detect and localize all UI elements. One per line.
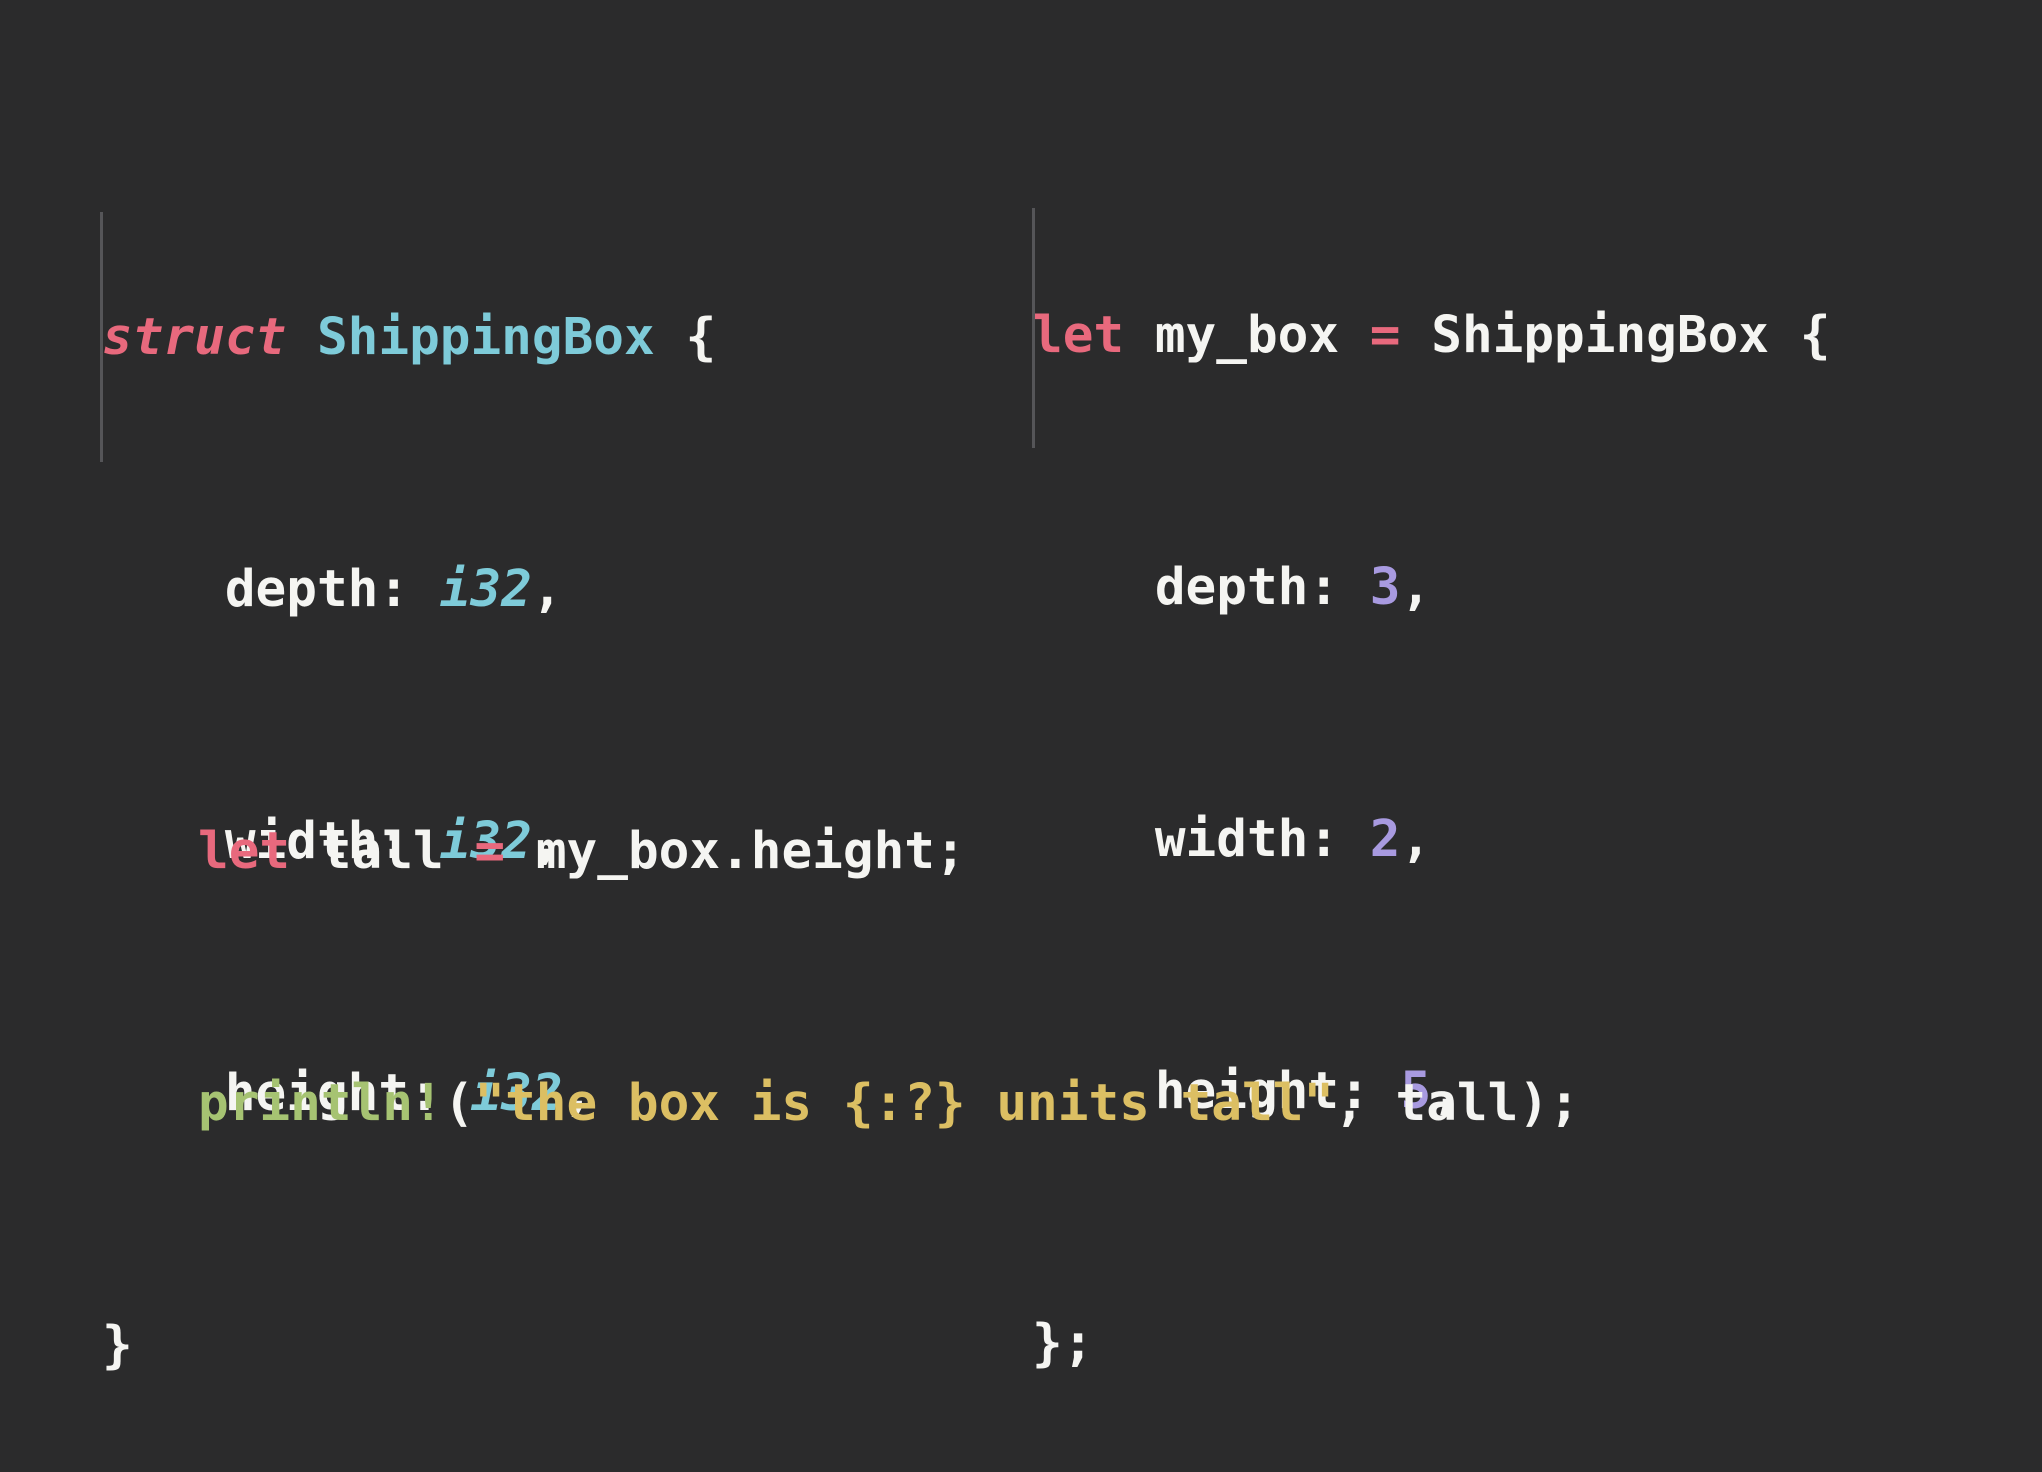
field-value: 3 [1369,558,1401,617]
struct-field-depth: depth: i32, [102,548,716,632]
field-comma: , [531,560,563,619]
struct-close-line: } [102,1304,716,1388]
struct-header-line: struct ShippingBox { [102,296,716,380]
instance-type-name: ShippingBox [1431,306,1769,365]
struct-keyword: struct [102,308,287,367]
open-paren: ( [443,1074,475,1133]
let-keyword: let [198,822,291,881]
format-string: "the box is {:?} units tall" [474,1074,1335,1133]
access-var-name: tall [320,822,444,881]
field-comma: , [1400,558,1432,617]
field-colon: : [378,560,410,619]
struct-indent-guide [100,212,103,462]
instance-close: }; [1032,1314,1094,1373]
field-name: depth [1154,558,1309,617]
instance-open-brace: { [1799,306,1831,365]
field-colon: : [1308,558,1340,617]
field-access-code: let tall = my_box.height; println!("the … [198,642,1580,1230]
struct-open-brace: { [685,308,717,367]
let-keyword: let [1032,306,1125,365]
access-expression: my_box.height; [535,822,966,881]
struct-name: ShippingBox [316,308,655,367]
instance-var-name: my_box [1154,306,1340,365]
instance-header-line: let my_box = ShippingBox { [1032,294,1830,378]
field-type: i32 [439,560,532,619]
println-macro: println! [198,1074,444,1133]
access-line-let: let tall = my_box.height; [198,810,1580,894]
instance-field-depth: depth: 3, [1032,546,1830,630]
access-line-println: println!("the box is {:?} units tall", t… [198,1062,1580,1146]
instance-close-line: }; [1032,1302,1830,1386]
instance-indent-guide [1032,208,1035,448]
field-name: depth [224,560,379,619]
equals-operator: = [474,822,506,881]
equals-operator: = [1369,306,1401,365]
println-args: , tall); [1334,1074,1580,1133]
struct-close-brace: } [102,1316,133,1375]
